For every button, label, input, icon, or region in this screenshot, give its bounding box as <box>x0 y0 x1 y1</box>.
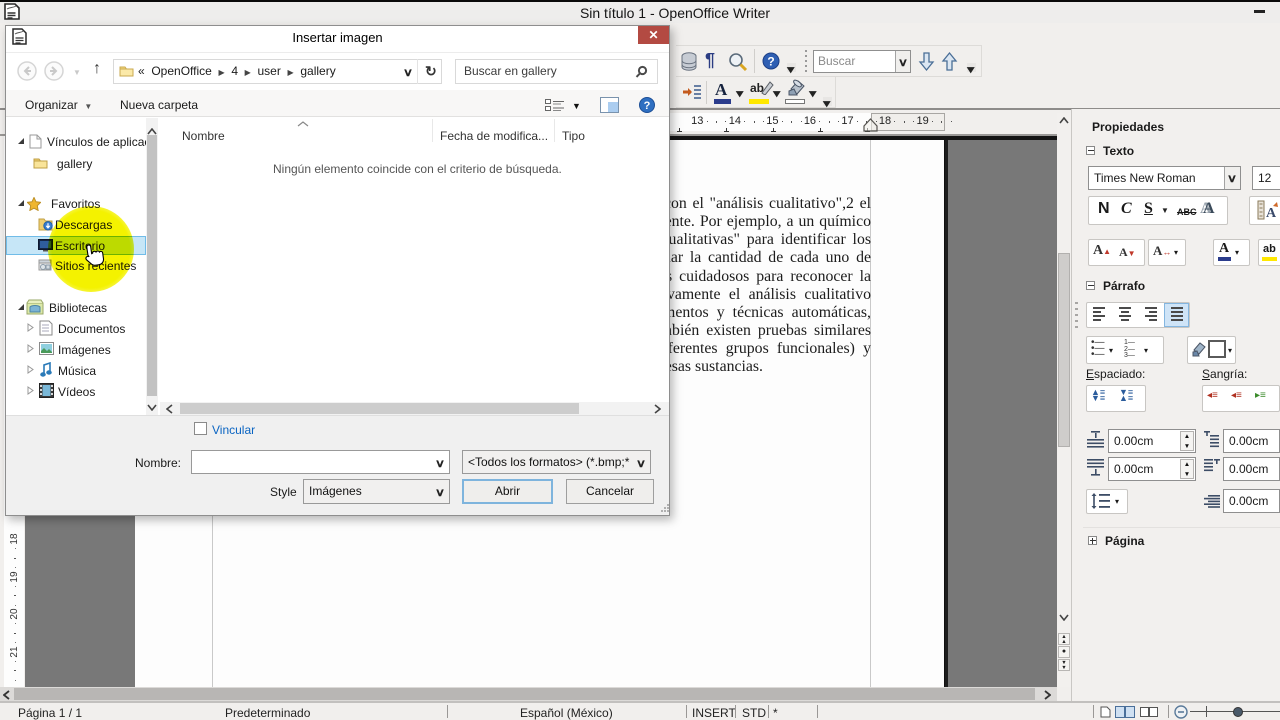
svg-text:?: ? <box>644 100 651 112</box>
svg-text:?: ? <box>767 55 774 69</box>
svg-text:A: A <box>1266 206 1277 220</box>
